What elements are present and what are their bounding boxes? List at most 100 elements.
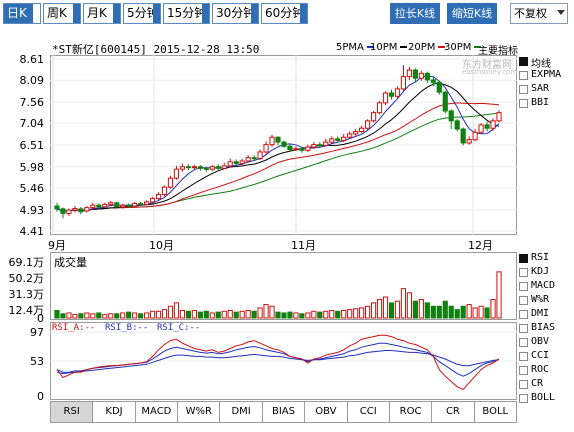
candle-body xyxy=(382,92,389,104)
indicator-tab[interactable]: DMI xyxy=(220,401,263,423)
indicator-checkbox[interactable] xyxy=(519,380,528,389)
period-tab[interactable]: 30分钟 xyxy=(212,3,259,24)
candle-body xyxy=(317,144,323,147)
indicator-tab[interactable]: KDJ xyxy=(93,401,136,423)
rsi-legend-item: RSI_B:-- xyxy=(105,323,149,333)
indicator-checkbox[interactable] xyxy=(519,99,528,108)
indicator-checkbox[interactable] xyxy=(519,71,528,80)
volume-bar xyxy=(490,299,496,319)
volume-bar xyxy=(161,309,168,319)
indicator-tab[interactable]: BOLL xyxy=(474,401,517,423)
candle-body xyxy=(347,133,353,138)
indicator-tab[interactable]: BIAS xyxy=(262,401,306,423)
indicator-checkbox[interactable] xyxy=(519,85,528,94)
volume-bar xyxy=(185,310,191,319)
candle-body xyxy=(179,166,186,170)
indicator-checkbox[interactable] xyxy=(519,338,528,347)
period-tab[interactable]: 周K xyxy=(43,3,81,24)
indicator-label: KDJ xyxy=(531,266,550,277)
volume-bar xyxy=(329,309,335,319)
shrink-kline-button[interactable]: 缩短K线 xyxy=(447,3,497,24)
indicator-tab[interactable]: W%R xyxy=(178,401,221,423)
candle-body xyxy=(287,145,293,151)
volume-bar xyxy=(78,313,84,319)
y-tick-label: 5.46 xyxy=(19,182,45,195)
rsi-c-line xyxy=(56,350,500,375)
volume-bar xyxy=(120,312,126,319)
candle-body xyxy=(197,166,203,169)
indicator-checkbox[interactable] xyxy=(519,310,528,319)
volume-bar xyxy=(132,312,138,319)
volume-bar xyxy=(430,305,436,319)
indicator-tab[interactable]: ROC xyxy=(389,401,433,423)
candle-body xyxy=(54,205,60,210)
candlestick-chart[interactable] xyxy=(50,55,517,235)
volume-bar xyxy=(460,305,466,319)
indicator-checkbox[interactable] xyxy=(519,282,528,291)
volume-bar xyxy=(203,310,209,319)
candle-body xyxy=(388,92,395,97)
volume-bar xyxy=(281,312,287,319)
period-tab[interactable]: 月K xyxy=(83,3,121,24)
rsi-chart[interactable] xyxy=(50,322,517,400)
candle-body xyxy=(251,157,257,160)
period-tab[interactable]: 15分钟 xyxy=(163,3,210,24)
candle-body xyxy=(353,130,359,135)
candle-body xyxy=(412,69,418,79)
candle-body xyxy=(102,203,108,208)
candle-body xyxy=(442,91,448,112)
period-tab[interactable]: 5分钟 xyxy=(123,3,161,24)
indicator-checkbox[interactable] xyxy=(519,254,528,263)
volume-bar xyxy=(90,313,96,319)
candle-body xyxy=(341,136,347,141)
indicator-checkbox[interactable] xyxy=(519,57,528,66)
period-tab[interactable]: 日K xyxy=(3,3,41,24)
volume-bar xyxy=(173,302,180,319)
volume-bar xyxy=(155,310,162,319)
candle-body xyxy=(209,166,215,170)
volume-bar xyxy=(84,312,90,319)
candle-body xyxy=(167,177,174,188)
volume-bar xyxy=(66,312,72,319)
candle-body xyxy=(120,204,126,208)
candle-body xyxy=(376,102,383,114)
volume-bar xyxy=(299,313,305,319)
volume-chart[interactable] xyxy=(50,252,517,320)
candle-body xyxy=(227,161,233,167)
volume-bar xyxy=(478,305,484,319)
indicator-tab[interactable]: CR xyxy=(432,401,475,423)
volume-bar xyxy=(484,307,490,319)
volume-bar xyxy=(209,312,215,319)
indicator-tab[interactable]: MACD xyxy=(135,401,179,423)
volume-bar xyxy=(239,310,245,319)
indicator-checkbox[interactable] xyxy=(519,352,528,361)
indicator-checkbox[interactable] xyxy=(519,324,528,333)
volume-bar xyxy=(72,314,78,319)
volume-bar xyxy=(287,311,293,319)
period-tab[interactable]: 60分钟 xyxy=(261,3,308,24)
candle-body xyxy=(275,136,281,143)
volume-bar xyxy=(275,311,281,319)
x-tick-label: 11月 xyxy=(291,239,316,252)
ma-legend-label: 10PM xyxy=(370,42,398,53)
candle-body xyxy=(365,120,371,129)
volume-bar xyxy=(138,313,144,319)
price-adjust-select[interactable]: 不复权 xyxy=(510,3,568,24)
indicator-tab[interactable]: CCI xyxy=(347,401,390,423)
candle-body xyxy=(460,128,466,144)
volume-bar xyxy=(442,300,448,319)
candle-body xyxy=(370,112,377,122)
volume-bar xyxy=(126,311,132,319)
indicator-checkbox[interactable] xyxy=(519,268,528,277)
stretch-kline-button[interactable]: 拉长K线 xyxy=(390,3,440,24)
candle-body xyxy=(269,136,275,146)
indicator-tab[interactable]: RSI xyxy=(50,401,94,423)
indicator-tab[interactable]: OBV xyxy=(305,401,348,423)
rsi-y-tick: 0 xyxy=(37,390,44,403)
x-tick-label: 9月 xyxy=(48,239,66,252)
candle-body xyxy=(60,208,66,214)
indicator-checkbox[interactable] xyxy=(519,296,528,305)
candle-body xyxy=(478,124,484,133)
indicator-checkbox[interactable] xyxy=(519,394,528,403)
indicator-checkbox[interactable] xyxy=(519,366,528,375)
